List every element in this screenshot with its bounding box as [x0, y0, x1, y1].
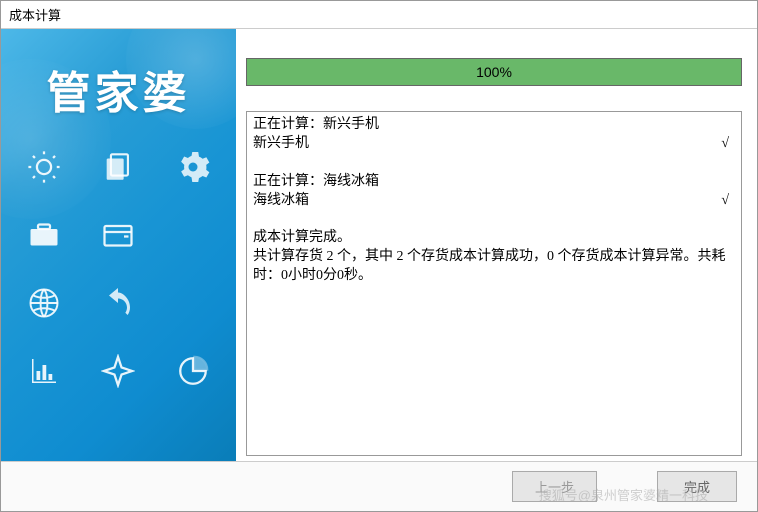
log-line: 新兴手机√: [253, 135, 735, 154]
progress-bar: 100%: [246, 58, 742, 86]
progress-section: 100%: [246, 44, 742, 99]
footer-buttons: 上一步 完成: [1, 461, 757, 511]
files-icon: [95, 149, 141, 185]
sidebar: 管家婆: [1, 29, 236, 461]
brand-logo: 管家婆: [1, 57, 236, 121]
log-output: 正在计算：新兴手机新兴手机√ 正在计算：海线冰箱海线冰箱√ 成本计算完成。 共计…: [246, 111, 742, 456]
log-line: 海线冰箱√: [253, 192, 735, 211]
content-area: 管家婆: [1, 29, 757, 461]
briefcase-icon: [21, 217, 67, 253]
gear-icon: [170, 149, 216, 185]
log-summary: 成本计算完成。 共计算存货 2 个，其中 2 个存货成本计算成功，0 个存货成本…: [253, 229, 735, 286]
globe-icon: [21, 285, 67, 321]
main-panel: 100% 正在计算：新兴手机新兴手机√ 正在计算：海线冰箱海线冰箱√ 成本计算完…: [236, 29, 757, 461]
done-button[interactable]: 完成: [657, 471, 737, 502]
log-line: 正在计算：新兴手机: [253, 116, 735, 135]
progress-percent-label: 100%: [476, 64, 512, 80]
bar-chart-icon: [21, 353, 67, 389]
log-line: 正在计算：海线冰箱: [253, 173, 735, 192]
pie-chart-icon: [170, 353, 216, 389]
sun-icon: [21, 149, 67, 185]
blank2-icon: [170, 285, 216, 321]
sidebar-icon-grid: [21, 149, 216, 389]
blank-icon: [170, 217, 216, 253]
star-icon: [95, 353, 141, 389]
window-title: 成本计算: [1, 1, 757, 29]
log-line: [253, 154, 735, 173]
prev-button[interactable]: 上一步: [512, 471, 597, 502]
cost-calc-window: 成本计算 管家婆: [0, 0, 758, 512]
wallet-icon: [95, 217, 141, 253]
undo-icon: [95, 285, 141, 321]
log-line: [253, 210, 735, 229]
